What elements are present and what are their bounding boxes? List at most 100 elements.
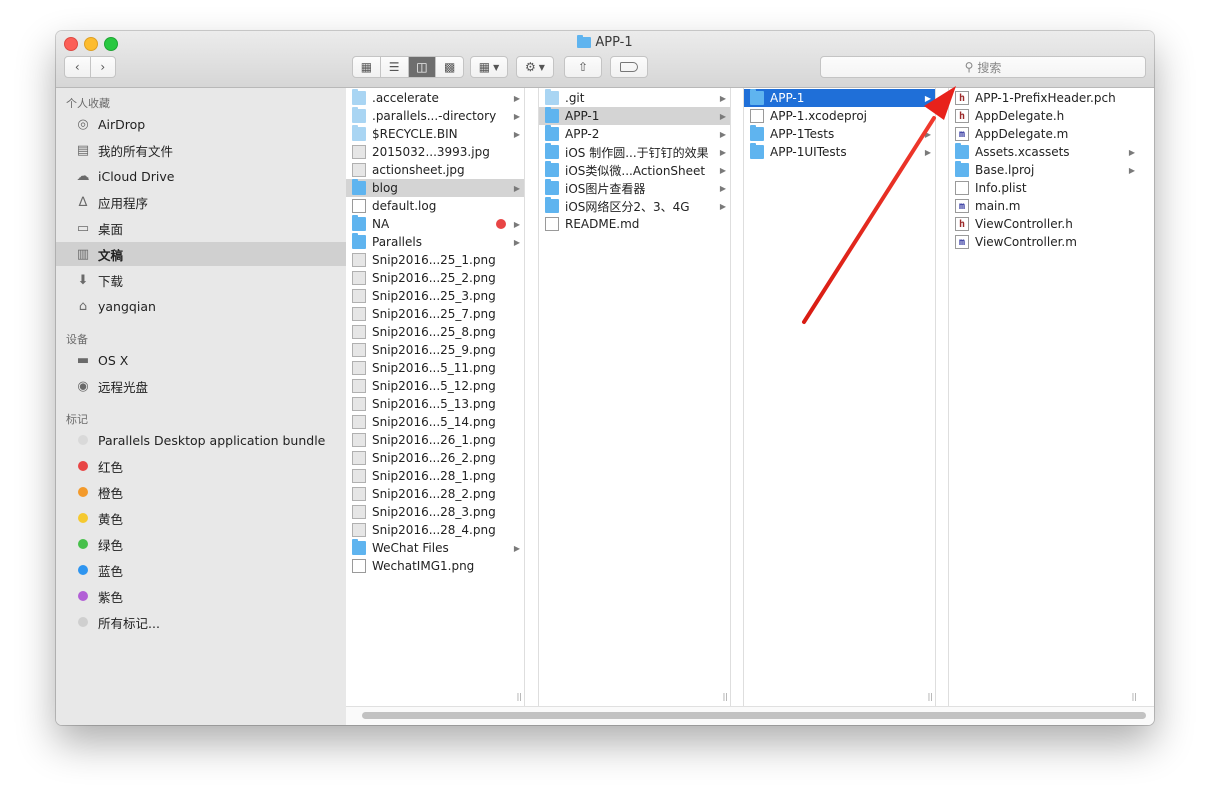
sidebar-item[interactable]: ⬇ 下载 [56,268,346,292]
document-icon [955,181,969,195]
folder-row[interactable]: $RECYCLE.BIN ▶ [346,125,524,143]
sidebar-item[interactable]: ▤ 我的所有文件 [56,138,346,162]
sidebar-item[interactable]: ◉ 远程光盘 [56,374,346,398]
folder-icon [545,143,559,159]
document-icon [352,199,366,213]
chevron-right-icon: ▶ [1128,147,1136,157]
folder-row[interactable]: APP-1UITests ▶ [744,143,935,161]
file-row[interactable]: README.md [539,215,730,233]
folder-row[interactable]: iOS图片查看器 ▶ [539,179,730,197]
column-resize-handle[interactable]: || [1132,692,1137,701]
cover-flow-icon: ▩ [443,60,456,74]
sidebar-item[interactable]: ▥ 文稿 [56,242,346,266]
sidebar-item[interactable]: 蓝色 [56,558,346,582]
file-row[interactable]: Snip2016...28_3.png [346,503,524,521]
icon-view-button[interactable]: ▦ [353,57,381,77]
file-row[interactable]: m main.m [949,197,1139,215]
file-row[interactable]: m ViewController.m [949,233,1139,251]
file-row[interactable]: h ViewController.h [949,215,1139,233]
item-name: AppDelegate.h [975,109,1065,123]
file-row[interactable]: Snip2016...5_13.png [346,395,524,413]
folder-row[interactable]: iOS 制作圆...于钉钉的效果 ▶ [539,143,730,161]
file-row[interactable]: Snip2016...28_1.png [346,467,524,485]
folder-icon [750,143,764,159]
file-row[interactable]: m AppDelegate.m [949,125,1139,143]
item-name: WechatIMG1.png [372,559,475,573]
file-row[interactable]: h AppDelegate.h [949,107,1139,125]
file-row[interactable]: Snip2016...26_2.png [346,449,524,467]
sidebar-item[interactable]: 黄色 [56,506,346,530]
folder-row[interactable]: NA ▶ [346,215,524,233]
folder-row[interactable]: APP-1 ▶ [539,107,730,125]
folder-row[interactable]: .parallels...-directory ▶ [346,107,524,125]
folder-row[interactable]: Base.lproj ▶ [949,161,1139,179]
sidebar-item[interactable]: ▭ 桌面 [56,216,346,240]
sidebar-item[interactable]: ▬ OS X [56,348,346,372]
sidebar-item[interactable]: 橙色 [56,480,346,504]
search-field[interactable]: ⚲ 搜索 [820,56,1146,78]
sidebar-section-title: 个人收藏 [66,97,110,110]
column-resize-handle[interactable]: || [723,692,728,701]
column-resize-handle[interactable]: || [928,692,933,701]
file-row[interactable]: Snip2016...5_12.png [346,377,524,395]
cover-flow-button[interactable]: ▩ [436,57,463,77]
file-row[interactable]: actionsheet.jpg [346,161,524,179]
action-button[interactable]: ⚙ ▼ [516,56,554,78]
chevron-right-icon: ▶ [513,543,521,553]
sidebar-item[interactable]: ∆ 应用程序 [56,190,346,214]
sidebar-item[interactable]: 所有标记... [56,610,346,634]
sidebar-item[interactable]: Parallels Desktop application bundle [56,428,346,452]
column-resize-handle[interactable]: || [517,692,522,701]
file-row[interactable]: Snip2016...5_11.png [346,359,524,377]
forward-button[interactable]: › [91,57,116,77]
file-row[interactable]: h APP-1-PrefixHeader.pch [949,89,1139,107]
sidebar-item[interactable]: ☁ iCloud Drive [56,164,346,188]
sidebar-item[interactable]: 绿色 [56,532,346,556]
folder-row[interactable]: Assets.xcassets ▶ [949,143,1139,161]
sidebar-item[interactable]: ◎ AirDrop [56,112,346,136]
folder-row[interactable]: iOS类似微...ActionSheet ▶ [539,161,730,179]
scrollbar-thumb[interactable] [362,712,1146,719]
sidebar-item[interactable]: ⌂ yangqian [56,294,346,318]
file-row[interactable]: 2015032...3993.jpg [346,143,524,161]
file-row[interactable]: Snip2016...25_7.png [346,305,524,323]
file-row[interactable]: Snip2016...25_8.png [346,323,524,341]
list-view-button[interactable]: ☰ [381,57,409,77]
column-view-button[interactable]: ◫ [408,57,437,77]
header-file-icon: h [955,109,969,123]
folder-row[interactable]: APP-2 ▶ [539,125,730,143]
file-row[interactable]: Snip2016...28_4.png [346,521,524,539]
file-row[interactable]: default.log [346,197,524,215]
file-row[interactable]: APP-1.xcodeproj [744,107,935,125]
file-row[interactable]: Info.plist [949,179,1139,197]
sidebar-item-label: Parallels Desktop application bundle [98,432,326,448]
arrange-button[interactable]: ▦ ▼ [470,56,508,78]
sidebar-item[interactable]: 紫色 [56,584,346,608]
folder-row[interactable]: APP-1 ▶ [744,89,935,107]
file-row[interactable]: Snip2016...25_9.png [346,341,524,359]
item-name: NA [372,217,390,231]
folder-row[interactable]: Parallels ▶ [346,233,524,251]
share-button[interactable]: ⇧ [564,56,602,78]
folder-row[interactable]: .git ▶ [539,89,730,107]
horizontal-scrollbar[interactable] [346,706,1154,725]
tags-button[interactable] [610,56,648,78]
file-row[interactable]: Snip2016...5_14.png [346,413,524,431]
file-row[interactable]: Snip2016...25_1.png [346,251,524,269]
file-row[interactable]: Snip2016...28_2.png [346,485,524,503]
file-row[interactable]: WechatIMG1.png [346,557,524,575]
folder-row[interactable]: .accelerate ▶ [346,89,524,107]
all-files-icon: ▤ [76,142,90,158]
folder-row[interactable]: APP-1Tests ▶ [744,125,935,143]
tag-color-dot-icon [78,565,88,575]
folder-row[interactable]: blog ▶ [346,179,524,197]
sidebar-item[interactable]: 红色 [56,454,346,478]
file-row[interactable]: Snip2016...25_2.png [346,269,524,287]
folder-row[interactable]: iOS网络区分2、3、4G ▶ [539,197,730,215]
folder-row[interactable]: WeChat Files ▶ [346,539,524,557]
image-file-icon [352,451,366,465]
file-row[interactable]: Snip2016...26_1.png [346,431,524,449]
file-row[interactable]: Snip2016...25_3.png [346,287,524,305]
back-button[interactable]: ‹ [65,57,91,77]
sidebar-item-label: 所有标记... [98,615,160,631]
